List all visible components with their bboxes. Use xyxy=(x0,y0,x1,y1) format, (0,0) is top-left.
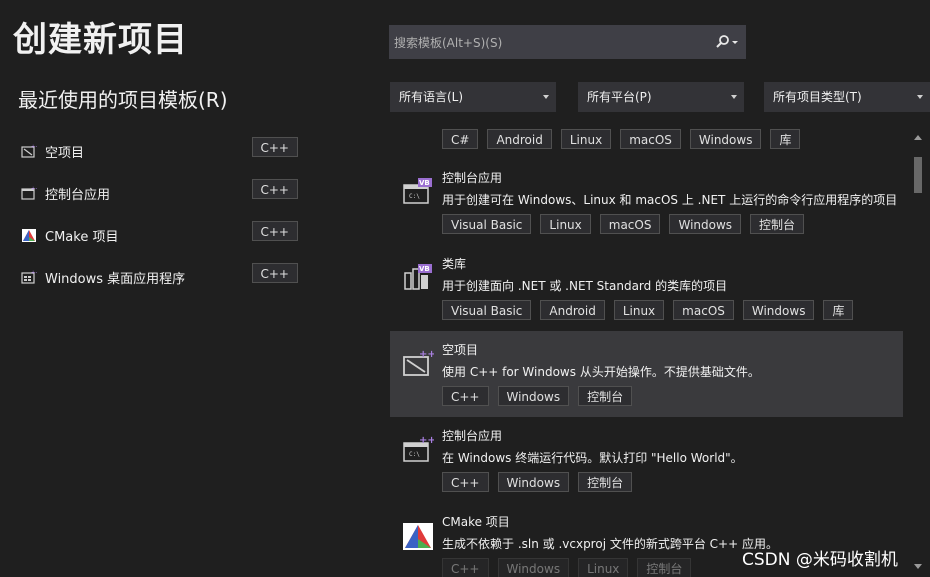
tag: 控制台 xyxy=(750,214,805,234)
template-description: 用于创建可在 Windows、Linux 和 macOS 上 .NET 上运行的… xyxy=(442,193,898,207)
tag: Windows xyxy=(497,558,570,577)
recent-item-tag: C++ xyxy=(251,137,298,157)
tag: Linux xyxy=(578,558,629,577)
tag: Linux xyxy=(540,214,591,234)
language-filter-value: 所有语言(L) xyxy=(399,90,464,104)
recent-item-windows-desktop[interactable]: ++ Windows 桌面应用程序 C++ xyxy=(18,256,298,298)
template-description: 在 Windows 终端运行代码。默认打印 "Hello World"。 xyxy=(442,451,743,465)
watermark: CSDN @米码收割机 xyxy=(742,550,898,570)
template-name: 类库 xyxy=(442,257,467,271)
svg-text:VB: VB xyxy=(419,179,430,187)
chevron-down-icon xyxy=(543,95,549,99)
recent-item-label: Windows 桌面应用程序 xyxy=(45,271,186,287)
cmake-icon xyxy=(21,227,37,243)
svg-text:++: ++ xyxy=(31,144,37,150)
tag: Linux xyxy=(560,129,612,149)
template-item-cpp-empty-project[interactable]: ++ 空项目 使用 C++ for Windows 从头开始操作。不提供基础文件… xyxy=(390,331,903,417)
template-tags-partial: C# Android Linux macOS Windows 库 xyxy=(442,129,809,149)
scrollbar-thumb[interactable] xyxy=(914,157,922,193)
tag: 控制台 xyxy=(578,386,633,406)
cpp-console-icon: C:\ ++ xyxy=(402,433,436,465)
recent-templates-heading: 最近使用的项目模板(R) xyxy=(18,88,228,112)
tag: 控制台 xyxy=(637,558,692,577)
platform-filter-value: 所有平台(P) xyxy=(587,90,652,104)
recent-item-tag: C++ xyxy=(251,221,298,241)
recent-item-label: CMake 项目 xyxy=(45,229,119,245)
scroll-up-arrow-icon[interactable] xyxy=(914,135,922,140)
tag: Windows xyxy=(689,129,762,149)
template-tags: C++ Windows Linux 控制台 xyxy=(442,558,700,577)
recent-item-console-app[interactable]: ++ 控制台应用 C++ xyxy=(18,172,298,214)
template-name: 控制台应用 xyxy=(442,171,503,185)
search-box[interactable] xyxy=(389,25,746,61)
template-tags: Visual Basic Linux macOS Windows 控制台 xyxy=(442,214,813,234)
tag: Windows xyxy=(742,300,815,320)
tag: C++ xyxy=(442,472,489,492)
template-tags: C++ Windows 控制台 xyxy=(442,386,641,406)
search-icon[interactable] xyxy=(714,34,740,50)
windows-desktop-icon: ++ xyxy=(21,269,39,285)
type-filter-dropdown[interactable]: 所有项目类型(T) xyxy=(764,82,930,112)
tag: macOS xyxy=(620,129,681,149)
recent-item-tag: C++ xyxy=(251,263,298,283)
template-list-scrollbar[interactable] xyxy=(911,125,925,577)
platform-filter-dropdown[interactable]: 所有平台(P) xyxy=(578,82,744,112)
template-item-vb-class-library[interactable]: VB 类库 用于创建面向 .NET 或 .NET Standard 的类库的项目… xyxy=(390,245,903,331)
type-filter-value: 所有项目类型(T) xyxy=(773,90,862,104)
tag: C# xyxy=(442,129,479,149)
tag: Windows xyxy=(497,472,570,492)
template-description: 生成不依赖于 .sln 或 .vcxproj 文件的新式跨平台 C++ 应用。 xyxy=(442,537,778,551)
svg-text:++: ++ xyxy=(31,186,37,192)
template-name: 空项目 xyxy=(442,343,479,357)
console-app-icon: ++ xyxy=(21,185,39,201)
tag: Windows xyxy=(669,214,742,234)
tag: 库 xyxy=(823,300,854,320)
tag: macOS xyxy=(599,214,661,234)
tag: Android xyxy=(540,300,605,320)
language-filter-dropdown[interactable]: 所有语言(L) xyxy=(390,82,556,112)
recent-item-empty-project[interactable]: ++ 空项目 C++ xyxy=(18,130,298,172)
recent-item-cmake[interactable]: CMake 项目 C++ xyxy=(18,214,298,256)
svg-text:VB: VB xyxy=(419,265,430,273)
recent-item-label: 空项目 xyxy=(45,145,85,161)
tag: macOS xyxy=(673,300,734,320)
empty-project-icon: ++ xyxy=(21,143,39,159)
tag: 库 xyxy=(770,129,801,149)
template-description: 用于创建面向 .NET 或 .NET Standard 的类库的项目 xyxy=(442,279,728,293)
vb-class-library-icon: VB xyxy=(402,261,434,293)
template-name: CMake 项目 xyxy=(442,515,510,529)
search-input[interactable] xyxy=(389,25,716,61)
vb-console-icon: C:\ VB xyxy=(402,175,434,207)
tag: 控制台 xyxy=(578,472,633,492)
tag: Visual Basic xyxy=(442,214,532,234)
template-item-vb-console[interactable]: C:\ VB 控制台应用 用于创建可在 Windows、Linux 和 macOS… xyxy=(390,159,903,245)
scroll-down-arrow-icon[interactable] xyxy=(914,564,922,569)
tag: C++ xyxy=(442,386,489,406)
svg-text:C:\: C:\ xyxy=(409,451,420,458)
chevron-down-icon xyxy=(917,95,923,99)
recent-templates-list: ++ 空项目 C++ ++ 控制台应用 C++ CMake 项目 C++ ++ … xyxy=(18,130,298,298)
template-tags: Visual Basic Android Linux macOS Windows 库 xyxy=(442,300,862,320)
svg-text:++: ++ xyxy=(419,435,434,446)
tag: Windows xyxy=(497,386,570,406)
template-list: C# Android Linux macOS Windows 库 C:\ VB 控制台应用 … xyxy=(390,125,903,577)
chevron-down-icon xyxy=(731,95,737,99)
tag: Android xyxy=(487,129,552,149)
tag: Linux xyxy=(613,300,665,320)
svg-text:++: ++ xyxy=(419,349,434,360)
tag: C++ xyxy=(442,558,489,577)
page-title: 创建新项目 xyxy=(13,20,188,60)
template-item-cpp-console[interactable]: C:\ ++ 控制台应用 在 Windows 终端运行代码。默认打印 "Hello… xyxy=(390,417,903,503)
template-description: 使用 C++ for Windows 从头开始操作。不提供基础文件。 xyxy=(442,365,760,379)
cmake-project-icon xyxy=(402,519,434,551)
recent-item-tag: C++ xyxy=(251,179,298,199)
svg-text:C:\: C:\ xyxy=(409,193,420,200)
svg-text:++: ++ xyxy=(31,270,37,276)
tag: Visual Basic xyxy=(442,300,532,320)
recent-item-label: 控制台应用 xyxy=(45,187,111,203)
cpp-empty-project-icon: ++ xyxy=(402,347,436,379)
template-name: 控制台应用 xyxy=(442,429,503,443)
template-tags: C++ Windows 控制台 xyxy=(442,472,641,492)
